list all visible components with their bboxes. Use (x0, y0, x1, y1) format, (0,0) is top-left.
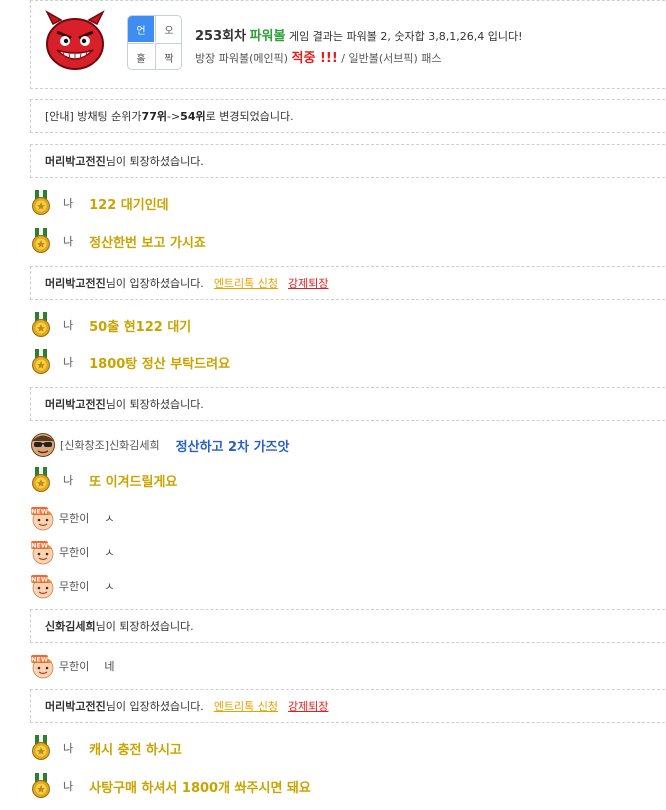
message-sender: 나 (63, 197, 74, 210)
gold-medal-icon (30, 228, 52, 254)
notice-prefix: [안내] 방채팅 순위가 (45, 110, 142, 123)
entry-talk-request-link[interactable]: 엔트리톡 신청 (214, 698, 278, 714)
sunglasses-face-icon (30, 432, 56, 458)
result-text: 게임 결과는 파워볼 2, 숫자합 3,8,1,26,4 입니다! (285, 30, 523, 43)
notice-to-rank: 54위 (180, 110, 206, 123)
game-result-panel: 언 오 홀 짝 253회차 파워볼 게임 결과는 파워볼 2, 숫자합 3,8,… (30, 0, 666, 89)
system-text: 님이 입장하셨습니다. (105, 700, 204, 713)
gold-medal-icon (30, 467, 52, 493)
message-sender: 나 (63, 235, 74, 248)
system-user: 머리박고전진 (45, 398, 106, 411)
new-user-face-icon (30, 573, 56, 599)
gold-medal-icon (30, 312, 52, 338)
host-hit-label: 적중 !!! (291, 51, 338, 66)
chat-message: 무한이 ㅅ (30, 539, 115, 565)
result-headline: 253회차 파워볼 게임 결과는 파워볼 2, 숫자합 3,8,1,26,4 입… (195, 25, 523, 44)
message-sender: 나 (63, 319, 74, 332)
system-user: 머리박고전진 (45, 155, 106, 168)
message-sender: [신화창조]신화김세희 (60, 439, 160, 452)
message-text: 122 대기인데 (89, 197, 169, 213)
host-pick-line: 방장 파워볼(메인픽) 적중 !!! / 일반볼(서브픽) 패스 (195, 47, 442, 66)
notice-suffix: 로 변경되었습니다. (205, 110, 294, 123)
game-name: 파워볼 (249, 29, 286, 44)
message-text: 50출 현122 대기 (89, 319, 192, 335)
message-text: 또 이겨드릴게요 (89, 474, 178, 490)
system-message: 신화김세희 님이 퇴장하셨습니다. (30, 609, 666, 643)
gold-medal-icon (30, 190, 52, 216)
system-user: 머리박고전진 (45, 700, 106, 713)
chat-message: 무한이 네 (30, 653, 115, 679)
grid-cell-even: 짝 (155, 43, 181, 69)
system-user: 머리박고전진 (45, 277, 106, 290)
message-sender: 무한이 (59, 546, 90, 559)
host-pick-prefix: 방장 파워볼(메인픽) (195, 52, 292, 65)
message-sender: 나 (63, 780, 74, 793)
entry-talk-request-link[interactable]: 엔트리톡 신청 (214, 275, 278, 291)
message-text: ㅅ (104, 512, 115, 525)
new-user-face-icon (30, 539, 56, 565)
system-text: 님이 퇴장하셨습니다. (105, 155, 204, 168)
odd-even-result-grid: 언 오 홀 짝 (127, 15, 182, 70)
rank-notice: [안내] 방채팅 순위가 77위 -> 54위 로 변경되었습니다. (30, 99, 666, 133)
message-text: ㅅ (104, 546, 115, 559)
chat-message: 무한이 ㅅ (30, 573, 115, 599)
message-text: ㅅ (104, 580, 115, 593)
message-sender: 무한이 (59, 660, 90, 673)
system-text: 님이 입장하셨습니다. (105, 277, 204, 290)
message-sender: 나 (63, 742, 74, 755)
message-sender: 무한이 (59, 512, 90, 525)
gold-medal-icon (30, 773, 52, 799)
system-text: 님이 퇴장하셨습니다. (95, 620, 194, 633)
new-user-face-icon (30, 653, 56, 679)
message-text: 캐시 충전 하시고 (89, 742, 182, 758)
round-number: 253회차 (195, 29, 247, 44)
message-sender: 무한이 (59, 580, 90, 593)
system-user: 신화김세희 (45, 620, 96, 633)
message-sender: 나 (63, 474, 74, 487)
system-text: 님이 퇴장하셨습니다. (105, 398, 204, 411)
chat-message: 나 122 대기인데 (30, 190, 169, 216)
chat-message: 나 50출 현122 대기 (30, 312, 191, 338)
notice-arrow: -> (166, 109, 181, 123)
chat-message: 무한이 ㅅ (30, 505, 115, 531)
gold-medal-icon (30, 735, 52, 761)
force-kick-link[interactable]: 강제퇴장 (288, 275, 328, 291)
notice-from-rank: 77위 (141, 110, 167, 123)
chat-message: [신화창조]신화김세희 정산하고 2차 가즈앗 (30, 432, 289, 458)
chat-message: 나 1800탕 정산 부탁드려요 (30, 349, 230, 375)
chat-message: 나 사탕구매 하셔서 1800개 쏴주시면 돼요 (30, 773, 311, 799)
system-message: 머리박고전진 님이 퇴장하셨습니다. (30, 144, 666, 178)
message-text: 네 (104, 660, 115, 673)
chat-message: 나 캐시 충전 하시고 (30, 735, 182, 761)
system-message: 머리박고전진 님이 입장하셨습니다. 엔트리톡 신청 강제퇴장 (30, 689, 666, 723)
chat-log: 언 오 홀 짝 253회차 파워볼 게임 결과는 파워볼 2, 숫자합 3,8,… (0, 0, 666, 810)
grid-cell-odd: 오 (155, 16, 181, 42)
chat-message: 나 정산한번 보고 가시죠 (30, 228, 206, 254)
grid-cell-over: 홀 (128, 43, 154, 69)
chat-message: 나 또 이겨드릴게요 (30, 467, 177, 493)
message-sender: 나 (63, 356, 74, 369)
system-message: 머리박고전진 님이 퇴장하셨습니다. (30, 387, 666, 421)
message-text: 1800탕 정산 부탁드려요 (89, 356, 231, 372)
gold-medal-icon (30, 349, 52, 375)
grid-cell-un: 언 (128, 16, 154, 42)
force-kick-link[interactable]: 강제퇴장 (288, 698, 328, 714)
host-pick-suffix: / 일반볼(서브픽) 패스 (337, 52, 442, 65)
message-text: 정산한번 보고 가시죠 (89, 235, 206, 251)
message-text: 사탕구매 하셔서 1800개 쏴주시면 돼요 (89, 780, 311, 796)
system-message: 머리박고전진 님이 입장하셨습니다. 엔트리톡 신청 강제퇴장 (30, 266, 666, 300)
new-user-face-icon (30, 505, 56, 531)
message-text: 정산하고 2차 가즈앗 (175, 439, 290, 455)
red-devil-icon (45, 10, 105, 70)
